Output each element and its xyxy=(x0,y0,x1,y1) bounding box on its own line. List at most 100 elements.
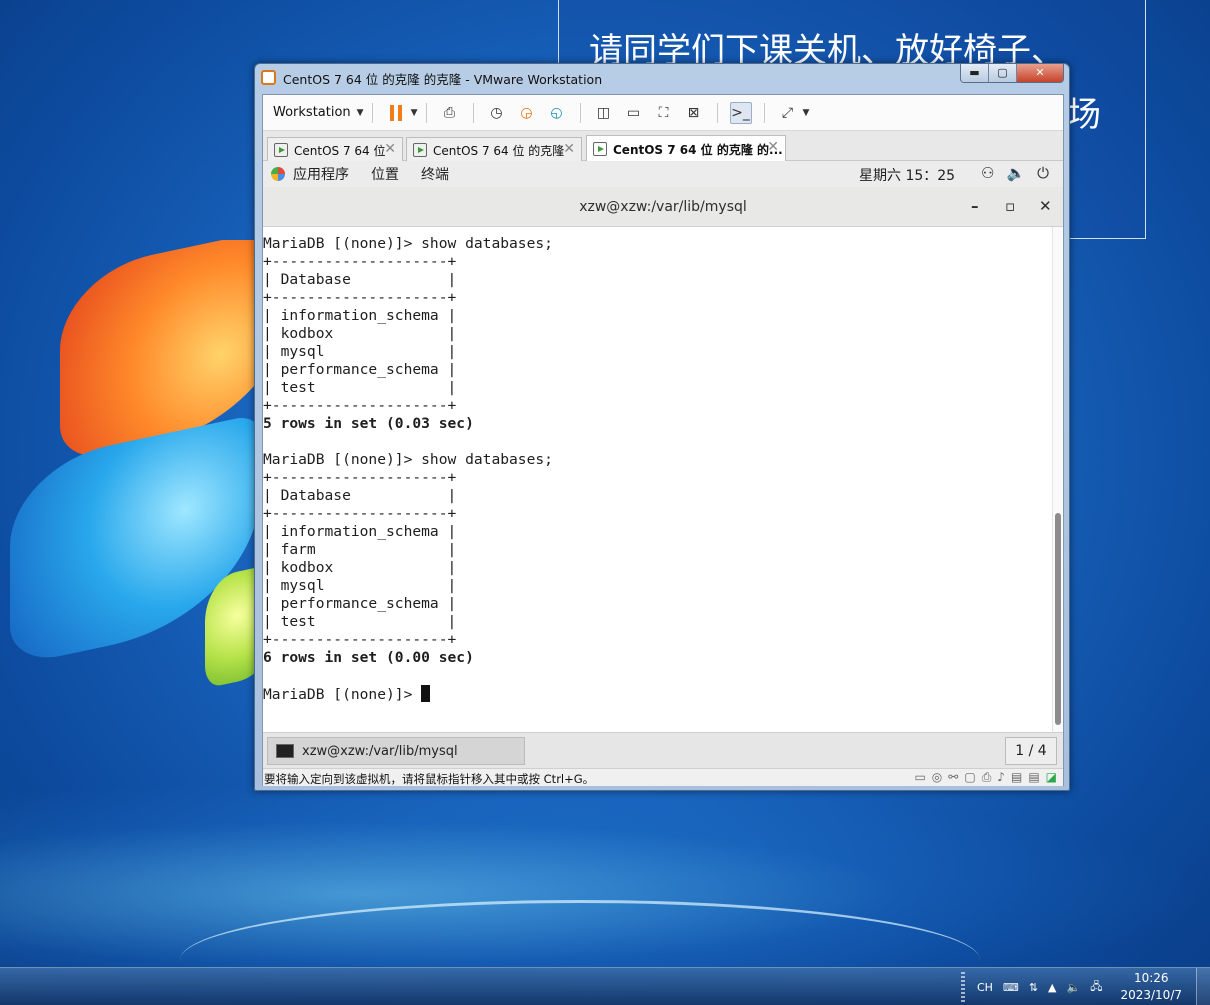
stretch-guest-icon[interactable]: ⤢ xyxy=(777,102,799,124)
vmware-window-title: CentOS 7 64 位 的克隆 的克隆 - VMware Workstati… xyxy=(283,72,603,87)
menu-terminal[interactable]: 终端 xyxy=(421,164,449,184)
snapshot-manager-icon[interactable]: ◵ xyxy=(546,102,568,124)
hard-disk-icon[interactable]: ▭ xyxy=(914,770,925,785)
vmware-client-area: Workstation ▼ ▼ ⎙ ◷ ◶ ◵ ◫ ▭ ⛶ ⊠ >_ ⤢ ▼ C… xyxy=(262,94,1064,786)
full-screen-icon[interactable]: ⛶ xyxy=(653,102,675,124)
power-icon[interactable]: ⏻ xyxy=(1037,164,1049,182)
menu-places[interactable]: 位置 xyxy=(371,164,399,184)
terminal-line: | information_schema | xyxy=(263,523,457,540)
volume-icon[interactable]: 🔈 xyxy=(1006,164,1025,182)
terminal-minimize-button[interactable]: – xyxy=(971,197,979,215)
applications-icon xyxy=(271,167,285,181)
toolbar-separator xyxy=(716,102,718,123)
terminal-line: | information_schema | xyxy=(263,307,457,324)
removable-device-icon-2[interactable]: ▤ xyxy=(1028,770,1039,785)
terminal-line: MariaDB [(none)]> xyxy=(263,685,553,704)
scrollbar-thumb[interactable] xyxy=(1055,513,1061,725)
unity-icon[interactable]: ⊠ xyxy=(683,102,705,124)
close-button[interactable]: ✕ xyxy=(1017,64,1063,82)
keyboard-icon[interactable]: ⌨ xyxy=(1003,981,1019,994)
tray-grip[interactable] xyxy=(960,972,965,1002)
power-dropdown-icon[interactable]: ▼ xyxy=(411,108,418,118)
volume-icon[interactable]: 🔈 xyxy=(1067,981,1081,994)
vm-tab-1[interactable]: CentOS 7 64 位 ✕ xyxy=(267,137,403,162)
console-view-icon[interactable]: >_ xyxy=(729,101,752,124)
toolbar-separator xyxy=(579,102,581,123)
caption-buttons: ▬ ▢ ✕ xyxy=(960,64,1064,83)
maximize-button[interactable]: ▢ xyxy=(989,64,1017,82)
terminal-output[interactable]: MariaDB [(none)]> show databases; +------… xyxy=(263,227,1063,732)
terminal-line: 5 rows in set (0.03 sec) xyxy=(263,415,474,432)
show-desktop-button[interactable] xyxy=(1196,968,1210,1005)
terminal-line: | kodbox | xyxy=(263,559,457,576)
gnome-top-bar: 应用程序 位置 终端 星期六 15：25 ⚇ 🔈 ⏻ xyxy=(263,161,1063,187)
pause-icon[interactable] xyxy=(385,102,407,124)
message-icon[interactable]: ◪ xyxy=(1046,770,1057,785)
library-view-icon[interactable]: ◫ xyxy=(593,102,615,124)
terminal-line: +--------------------+ xyxy=(263,631,457,648)
snapshot-icon[interactable]: ◷ xyxy=(486,102,508,124)
vm-tab-3-active[interactable]: CentOS 7 64 位 的克隆 的... ✕ xyxy=(586,135,786,162)
ime-indicator[interactable]: CH xyxy=(977,981,993,994)
menu-applications[interactable]: 应用程序 xyxy=(293,164,349,184)
clock-time: 10:26 xyxy=(1133,971,1169,985)
vmware-titlebar[interactable]: CentOS 7 64 位 的克隆 的克隆 - VMware Workstati… xyxy=(255,64,1069,90)
terminal-line: | farm | xyxy=(263,541,457,558)
toolbar-separator xyxy=(371,102,373,123)
vmware-app-icon xyxy=(261,70,276,85)
workstation-menu-label: Workstation xyxy=(273,105,351,120)
ime-options-icon[interactable]: ⇅ xyxy=(1029,981,1038,994)
system-tray: ⚇ 🔈 ⏻ xyxy=(981,164,1049,182)
vmware-toolbar: Workstation ▼ ▼ ⎙ ◷ ◶ ◵ ◫ ▭ ⛶ ⊠ >_ ⤢ ▼ xyxy=(263,95,1063,131)
revert-snapshot-icon[interactable]: ◶ xyxy=(516,102,538,124)
removable-device-icon[interactable]: ▤ xyxy=(1011,770,1022,785)
minimize-button[interactable]: ▬ xyxy=(961,64,989,82)
cd-rom-icon[interactable]: ◎ xyxy=(932,770,942,785)
network-icon[interactable]: ⚇ xyxy=(981,164,994,182)
usb-icon[interactable]: ▢ xyxy=(964,770,975,785)
tab-close-icon[interactable]: ✕ xyxy=(767,139,779,155)
send-ctrl-alt-del-icon[interactable]: ⎙ xyxy=(439,102,461,124)
terminal-line: | Database | xyxy=(263,487,457,504)
slide-note-line-2: 场 xyxy=(1067,95,1101,135)
vm-tab-icon xyxy=(413,143,427,157)
terminal-title: xzw@xzw:/var/lib/mysql xyxy=(579,199,747,215)
vm-tab-label: CentOS 7 64 位 的克隆 xyxy=(433,143,565,158)
terminal-titlebar[interactable]: xzw@xzw:/var/lib/mysql – ▫ ✕ xyxy=(263,187,1063,227)
terminal-lines: MariaDB [(none)]> show databases; +------… xyxy=(263,235,553,704)
device-icons: ▭ ◎ ⚯ ▢ ⎙ ♪ ▤ ▤ ◪ xyxy=(914,770,1057,785)
vm-tab-icon xyxy=(274,143,288,157)
stretch-dropdown-icon[interactable]: ▼ xyxy=(803,108,810,118)
toolbar-separator xyxy=(763,102,765,123)
windows-taskbar: CH ⌨ ⇅ ▲ 🔈 🖧 10:26 2023/10/7 xyxy=(0,967,1210,1005)
vm-tab-label: CentOS 7 64 位 的克隆 的... xyxy=(613,142,783,157)
terminal-line: MariaDB [(none)]> show databases; xyxy=(263,451,553,468)
workstation-menu[interactable]: Workstation ▼ xyxy=(273,105,364,120)
terminal-maximize-button[interactable]: ▫ xyxy=(1005,197,1015,215)
terminal-line: | mysql | xyxy=(263,577,457,594)
gnome-clock[interactable]: 星期六 15：25 xyxy=(859,165,955,185)
terminal-close-button[interactable]: ✕ xyxy=(1039,197,1052,215)
vm-tab-2[interactable]: CentOS 7 64 位 的克隆 ✕ xyxy=(406,137,582,162)
terminal-line: +--------------------+ xyxy=(263,505,457,522)
tab-close-icon[interactable]: ✕ xyxy=(384,141,396,157)
show-hidden-icons-icon[interactable]: ▲ xyxy=(1048,981,1056,994)
printer-icon[interactable]: ⎙ xyxy=(982,770,992,785)
tab-close-icon[interactable]: ✕ xyxy=(563,141,575,157)
terminal-line: +--------------------+ xyxy=(263,289,457,306)
network-adapter-icon[interactable]: ⚯ xyxy=(948,770,958,785)
sound-icon[interactable]: ♪ xyxy=(997,770,1005,785)
network-icon[interactable]: 🖧 xyxy=(1090,978,1102,997)
terminal-scrollbar[interactable] xyxy=(1052,227,1062,732)
taskbar-clock[interactable]: 10:26 2023/10/7 xyxy=(1120,970,1182,1004)
windows-logo xyxy=(0,240,270,700)
toolbar-separator xyxy=(472,102,474,123)
terminal-line: | Database | xyxy=(263,271,457,288)
terminal-task-button[interactable]: xzw@xzw:/var/lib/mysql xyxy=(267,737,525,765)
vmware-window: CentOS 7 64 位 的克隆 的克隆 - VMware Workstati… xyxy=(254,63,1070,791)
toolbar-separator xyxy=(425,102,427,123)
thumbnail-bar-icon[interactable]: ▭ xyxy=(623,102,645,124)
workspace-indicator[interactable]: 1 / 4 xyxy=(1005,737,1057,765)
terminal-tab-bar: xzw@xzw:/var/lib/mysql 1 / 4 xyxy=(263,732,1063,768)
